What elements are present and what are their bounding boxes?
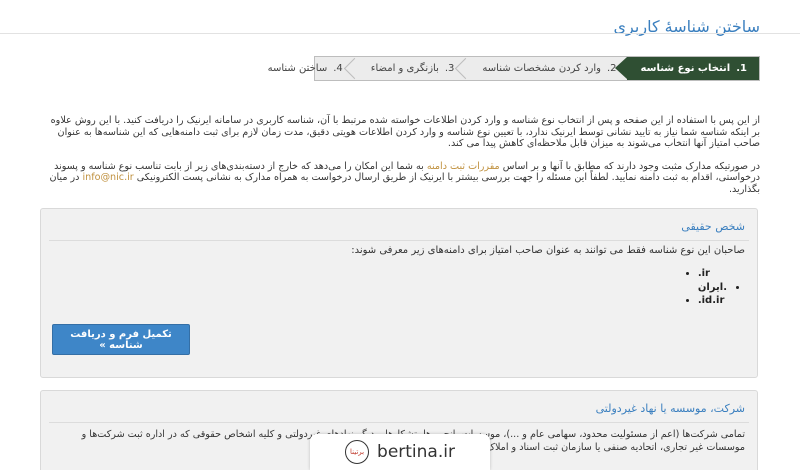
domain-rules-link[interactable]: مقررات ثبت دامنه xyxy=(427,161,500,172)
allowed-tld-list: .ir .ایران .id.ir xyxy=(698,267,745,308)
intro-paragraph-1: از این پس با استفاده از این صفحه و پس از… xyxy=(50,115,760,149)
step-select-type[interactable]: 1. انتخاب نوع شناسه xyxy=(614,57,759,80)
watermark-text: bertina.ir xyxy=(377,442,455,462)
step-label: ساختن شناسه xyxy=(267,63,328,74)
step-label: وارد کردن مشخصات شناسه xyxy=(482,63,601,74)
step-number: 4. xyxy=(333,63,343,74)
tld-item: .ایران xyxy=(698,281,727,295)
step-number: 1. xyxy=(736,63,747,74)
step-label: انتخاب نوع شناسه xyxy=(640,63,731,74)
person-type-panel: شخص حقیقی صاحبان این نوع شناسه فقط می تو… xyxy=(40,208,758,378)
wizard-steps: 1. انتخاب نوع شناسه 2.وارد کردن مشخصات شن… xyxy=(268,56,760,81)
page: ساختن شناسهٔ کاربری 1.انتخاب نوع شناسه 2… xyxy=(0,0,800,470)
contact-email-link[interactable]: info@nic.ir xyxy=(82,172,133,183)
complete-form-button[interactable]: تکمیل فرم و دریافت شناسه » xyxy=(52,324,190,355)
step-create-id[interactable]: 4. ساختن شناسه xyxy=(250,57,353,80)
panel-divider xyxy=(49,422,749,423)
panel-title: شخص حقیقی xyxy=(681,220,745,233)
intro-p2-part-a: در صورتیکه مدارک مثبت وجود دارند که مطاب… xyxy=(499,160,760,172)
tld-item: .id.ir xyxy=(698,294,727,308)
step-label: بازنگری و امضاء xyxy=(370,63,439,74)
watermark: bertina.ir برتینا xyxy=(310,434,490,470)
panel-description: صاحبان این نوع شناسه فقط می توانند به عن… xyxy=(351,245,745,256)
intro-text: از این پس با استفاده از این صفحه و پس از… xyxy=(40,115,760,206)
tld-item: .ir xyxy=(698,267,727,281)
step-enter-details[interactable]: 2.وارد کردن مشخصات شناسه xyxy=(464,57,626,80)
step-review-sign[interactable]: 3. بازنگری و امضاء xyxy=(353,57,465,80)
step-number: 3. xyxy=(444,63,455,74)
watermark-logo-icon: برتینا xyxy=(345,440,370,464)
title-divider xyxy=(0,33,800,34)
panel-title: شرکت، موسسه یا نهاد غیردولتی xyxy=(595,402,745,415)
intro-paragraph-2: در صورتیکه مدارک مثبت وجود دارند که مطاب… xyxy=(40,161,760,196)
panel-divider xyxy=(49,240,749,241)
